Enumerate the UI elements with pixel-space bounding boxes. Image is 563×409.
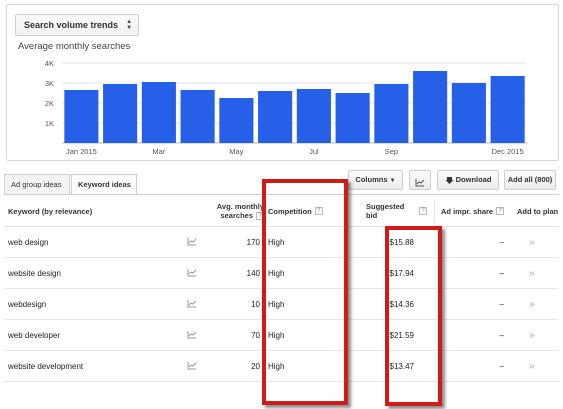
- suggested-bid-cell: $17.94: [389, 269, 414, 278]
- x-tick-label: Jul: [309, 147, 319, 156]
- suggested-bid-cell: $21.59: [389, 331, 414, 340]
- columns-label: Columns: [355, 175, 388, 184]
- dropdown-label: Search volume trends: [24, 20, 119, 30]
- impr-share-cell: –: [499, 362, 504, 371]
- x-tick-label: May: [229, 147, 243, 156]
- col-competition[interactable]: Competition ?: [268, 195, 323, 227]
- chart-bar[interactable]: [296, 89, 331, 143]
- col-ad-impr-share[interactable]: Ad impr. share ?: [441, 195, 505, 227]
- col-add-to-plan: Add to plan: [517, 206, 559, 216]
- double-chevron-right-icon[interactable]: »: [529, 289, 535, 320]
- keyword-table: Keyword (by relevance) Avg. monthly sear…: [4, 194, 559, 409]
- search-volume-dropdown[interactable]: Search volume trends ▲ ▼: [15, 14, 140, 36]
- avg-header-line1: Avg. monthly: [216, 201, 264, 211]
- bid-header: Suggested bid: [366, 202, 405, 220]
- tab-ad-group-ideas[interactable]: Ad group ideas: [4, 174, 70, 194]
- x-tick-label: Dec 2015: [492, 147, 524, 156]
- keyword-cell[interactable]: web developer: [8, 320, 60, 351]
- x-tick-label: Sep: [385, 147, 398, 156]
- col-keyword[interactable]: Keyword (by relevance): [8, 195, 92, 227]
- avg-searches-cell: 70: [251, 331, 260, 340]
- double-chevron-right-icon[interactable]: »: [529, 227, 535, 258]
- columns-button[interactable]: Columns ▼: [348, 170, 403, 190]
- tab-keyword-ideas[interactable]: Keyword ideas: [71, 174, 137, 195]
- competition-cell: High: [268, 331, 285, 340]
- chart-bar[interactable]: [374, 84, 409, 143]
- chart-title: Average monthly searches: [18, 41, 131, 52]
- chart-bar[interactable]: [141, 82, 176, 143]
- avg-searches-cell: 170: [246, 238, 260, 247]
- chart-bar[interactable]: [64, 90, 99, 143]
- x-tick-label: Jan 2015: [66, 147, 97, 156]
- double-chevron-right-icon[interactable]: »: [529, 258, 535, 289]
- search-volume-panel: Search volume trends ▲ ▼ Average monthly …: [6, 4, 559, 161]
- impr-header: Ad impr. share: [441, 206, 494, 216]
- y-tick-label: 4K: [45, 59, 54, 68]
- help-icon[interactable]: ?: [314, 207, 323, 215]
- avg-searches-cell: 10: [251, 300, 260, 309]
- chart-toggle-button[interactable]: [409, 170, 431, 190]
- help-icon[interactable]: ?: [256, 212, 264, 220]
- avg-searches-cell: 20: [251, 362, 260, 371]
- chart-bar[interactable]: [180, 90, 215, 143]
- keyword-cell[interactable]: website design: [8, 258, 61, 289]
- y-tick-label: 3K: [45, 79, 54, 88]
- impr-share-cell: –: [499, 300, 504, 309]
- table-row: web developer 70 High $21.59 – »: [4, 320, 559, 351]
- competition-cell: High: [268, 238, 285, 247]
- col-avg-monthly-searches[interactable]: Avg. monthly searches?: [204, 195, 264, 227]
- chart-icon: [415, 178, 425, 187]
- chart-bar[interactable]: [219, 98, 254, 143]
- download-icon: [445, 176, 454, 184]
- suggested-bid-cell: $15.88: [389, 238, 414, 247]
- trend-line-icon[interactable]: [187, 299, 197, 310]
- impr-share-cell: –: [499, 269, 504, 278]
- download-button[interactable]: Download: [437, 170, 499, 190]
- updown-arrows-icon: ▲ ▼: [126, 19, 133, 31]
- impr-share-cell: –: [499, 331, 504, 340]
- table-row: web design 170 High $15.88 – »: [4, 227, 559, 258]
- competition-cell: High: [268, 362, 285, 371]
- suggested-bid-cell: $14.36: [389, 300, 414, 309]
- impr-share-cell: –: [499, 238, 504, 247]
- trend-line-icon[interactable]: [187, 330, 197, 341]
- help-icon[interactable]: ?: [419, 207, 427, 215]
- keyword-cell[interactable]: webdesign: [8, 289, 46, 320]
- competition-cell: High: [268, 300, 285, 309]
- chart-bar[interactable]: [451, 83, 486, 143]
- chart-bar[interactable]: [103, 84, 138, 143]
- chevron-down-icon: ▼: [389, 178, 396, 184]
- col-suggested-bid[interactable]: Suggested bid: [366, 195, 414, 227]
- suggested-bid-cell: $13.47: [389, 362, 414, 371]
- trend-line-icon[interactable]: [187, 268, 197, 279]
- chart-bar[interactable]: [413, 71, 448, 143]
- y-tick-label: 1K: [45, 119, 54, 128]
- column-divider: [264, 200, 265, 222]
- trend-line-icon[interactable]: [187, 361, 197, 372]
- double-chevron-right-icon[interactable]: »: [529, 320, 535, 351]
- table-header: Keyword (by relevance) Avg. monthly sear…: [4, 195, 559, 227]
- chart-bar[interactable]: [490, 76, 525, 143]
- chart-bar[interactable]: [335, 93, 370, 143]
- column-divider: [434, 200, 435, 222]
- table-row: webdesign 10 High $14.36 – »: [4, 289, 559, 320]
- table-row: website design 140 High $17.94 – »: [4, 258, 559, 289]
- keyword-cell[interactable]: web design: [8, 227, 48, 258]
- double-chevron-right-icon[interactable]: »: [529, 351, 535, 382]
- keyword-cell[interactable]: website development: [8, 351, 83, 382]
- y-tick-label: 2K: [45, 99, 54, 108]
- competition-header: Competition: [268, 206, 312, 216]
- avg-searches-cell: 140: [246, 269, 260, 278]
- x-tick-label: Mar: [152, 147, 165, 156]
- download-label: Download: [455, 175, 492, 184]
- table-row: website development 20 High $13.47 – »: [4, 351, 559, 382]
- chart-bar[interactable]: [258, 91, 293, 143]
- help-icon[interactable]: ?: [496, 207, 505, 215]
- avg-header-line2: searches?: [217, 211, 264, 220]
- trend-line-icon[interactable]: [187, 237, 197, 248]
- competition-cell: High: [268, 269, 285, 278]
- search-volume-chart: 1K 2K 3K 4K Jan 2015 Mar May Jul Sep Dec 2015: [45, 59, 527, 156]
- add-all-button[interactable]: Add all (800): [504, 170, 556, 190]
